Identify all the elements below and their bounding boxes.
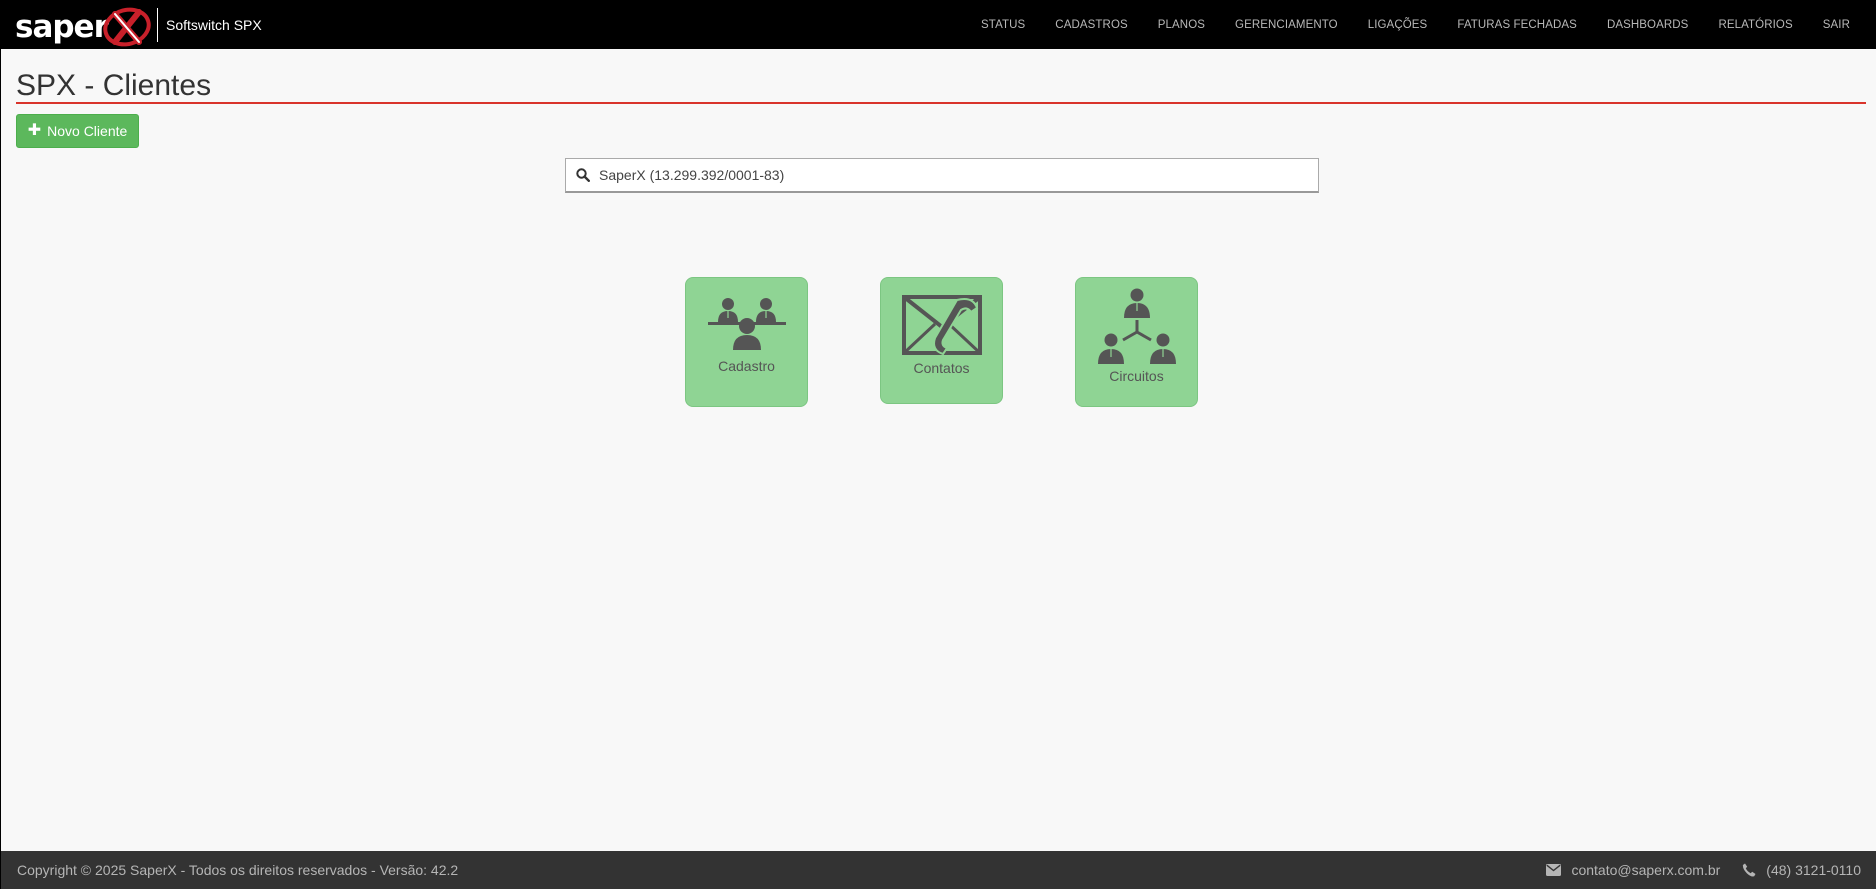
footer-email-text: contato@saperx.com.br [1571,862,1721,878]
new-client-button[interactable]: ✚ Novo Cliente [16,114,139,148]
footer-copyright: Copyright © 2025 SaperX - Todos os direi… [17,862,459,878]
footer-phone-text: (48) 3121-0110 [1766,862,1861,878]
tile-contatos[interactable]: Contatos [880,277,1003,404]
saperx-logo[interactable]: saper [15,3,151,47]
brand[interactable]: saper Softswitch SPX [1,0,262,49]
people-meeting-icon [707,298,786,350]
tile-circuitos[interactable]: Circuitos [1075,277,1198,407]
search-icon [576,168,590,182]
nav-dashboards[interactable]: DASHBOARDS [1592,19,1704,31]
footer: Copyright © 2025 SaperX - Todos os direi… [1,851,1876,889]
phone-icon [1743,863,1756,877]
tile-contatos-label: Contatos [913,360,970,376]
client-search-box[interactable] [565,158,1319,193]
title-divider [16,102,1866,104]
nav-planos[interactable]: PLANOS [1143,19,1220,31]
nav-cadastros[interactable]: CADASTROS [1040,19,1142,31]
plus-icon: ✚ [27,122,42,139]
footer-phone[interactable]: (48) 3121-0110 [1742,862,1861,878]
nav-menu: STATUS CADASTROS PLANOS GERENCIAMENTO LI… [966,0,1876,49]
envelope-phone-icon [901,295,982,356]
nav-relatorios[interactable]: RELATÓRIOS [1703,19,1807,31]
top-navbar: saper Softswitch SPX STATUS CADASTROS PL… [1,0,1876,49]
page-title: SPX - Clientes [16,69,212,102]
new-client-button-label: Novo Cliente [47,123,128,139]
nav-ligacoes[interactable]: LIGAÇÕES [1353,19,1443,31]
nav-gerenciamento[interactable]: GERENCIAMENTO [1220,19,1353,31]
product-name: Softswitch SPX [166,16,262,33]
logo-wordmark: saper [15,8,109,45]
envelope-icon [1546,864,1562,876]
tile-circuitos-label: Circuitos [1109,368,1164,384]
footer-contacts: contato@saperx.com.br (48) 3121-0110 [1546,862,1861,878]
logo-x-icon [103,7,151,46]
network-people-icon [1097,288,1176,364]
tile-cadastro-label: Cadastro [718,358,775,374]
nav-faturas-fechadas[interactable]: FATURAS FECHADAS [1442,19,1592,31]
footer-email[interactable]: contato@saperx.com.br [1546,862,1720,878]
nav-status[interactable]: STATUS [966,19,1040,31]
client-search-input[interactable] [599,167,1299,183]
tile-cadastro[interactable]: Cadastro [685,277,808,407]
nav-sair[interactable]: SAIR [1808,19,1865,31]
